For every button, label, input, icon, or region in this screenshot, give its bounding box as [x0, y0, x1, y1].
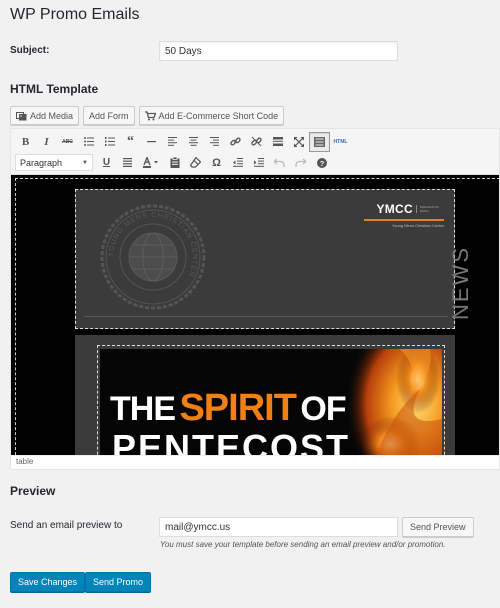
- send-preview-button[interactable]: Send Preview: [402, 517, 474, 537]
- toolbar-row-2: Paragraph ▼ U Ω ?: [15, 152, 495, 173]
- align-left-icon[interactable]: [162, 132, 183, 152]
- subject-label: Subject:: [10, 45, 50, 56]
- read-more-icon[interactable]: [267, 132, 288, 152]
- toolbar-row-1: B I ABC “ HTML: [15, 131, 495, 152]
- insert-link-icon[interactable]: [225, 132, 246, 152]
- html-template-heading: HTML Template: [10, 82, 99, 96]
- align-center-icon[interactable]: [183, 132, 204, 152]
- ymcc-brand: YMCC: [376, 202, 413, 216]
- send-promo-button[interactable]: Send Promo: [85, 572, 152, 592]
- add-form-label: Add Form: [89, 110, 129, 121]
- indent-icon[interactable]: [248, 153, 269, 173]
- toolbar-toggle-icon[interactable]: [309, 131, 330, 152]
- cart-icon: [144, 110, 156, 121]
- special-character-icon[interactable]: Ω: [206, 153, 227, 173]
- add-form-button[interactable]: Add Form: [83, 106, 135, 125]
- preview-heading: Preview: [10, 484, 56, 498]
- format-select[interactable]: Paragraph ▼: [15, 154, 93, 171]
- add-ecommerce-button[interactable]: Add E-Commerce Short Code: [138, 106, 285, 125]
- html-tab[interactable]: HTML: [330, 132, 351, 152]
- media-buttons: Add Media Add Form Add E-Commerce Short …: [10, 106, 285, 125]
- ymcc-tagline: MAKINGS OF FAITH: [416, 204, 444, 213]
- ymcc-bar: [364, 219, 444, 221]
- strikethrough-icon[interactable]: ABC: [57, 132, 78, 152]
- align-right-icon[interactable]: [204, 132, 225, 152]
- preview-note: You must save your template before sendi…: [160, 540, 446, 549]
- underline-icon[interactable]: U: [96, 153, 117, 173]
- ymcc-subtitle: Young Mens Christian Center: [391, 223, 444, 228]
- fullscreen-icon[interactable]: [288, 132, 309, 152]
- header-divider: [84, 316, 448, 317]
- editor-status-path: table: [11, 455, 499, 469]
- bullet-list-icon[interactable]: [78, 132, 99, 152]
- text-color-icon[interactable]: [138, 153, 164, 173]
- remove-link-icon[interactable]: [246, 132, 267, 152]
- save-changes-button[interactable]: Save Changes: [10, 572, 86, 592]
- chevron-down-icon: ▼: [82, 159, 88, 166]
- editor-content-area[interactable]: YOUNG MENS CHRISTIAN CENTER YMCC MAKINGS …: [11, 175, 499, 455]
- numbered-list-icon[interactable]: [99, 132, 120, 152]
- outdent-icon[interactable]: [227, 153, 248, 173]
- help-icon[interactable]: ?: [311, 153, 332, 173]
- redo-icon[interactable]: [290, 153, 311, 173]
- page-title: WP Promo Emails: [10, 6, 140, 23]
- newsletter-body: THE SPIRIT OF PENTECOST: [75, 335, 455, 455]
- blockquote-icon[interactable]: “: [120, 132, 141, 152]
- newsletter-header: YOUNG MENS CHRISTIAN CENTER YMCC MAKINGS …: [75, 189, 473, 329]
- media-icon: [16, 111, 27, 121]
- format-select-value: Paragraph: [20, 157, 63, 168]
- seal-logo: YOUNG MENS CHRISTIAN CENTER: [100, 204, 206, 310]
- bold-icon[interactable]: B: [15, 132, 36, 152]
- paste-text-icon[interactable]: [164, 153, 185, 173]
- add-ecommerce-label: Add E-Commerce Short Code: [158, 110, 279, 121]
- news-label: NEWS: [448, 246, 473, 320]
- add-media-button[interactable]: Add Media: [10, 106, 80, 125]
- preview-email-input[interactable]: [159, 517, 398, 537]
- justify-icon[interactable]: [117, 153, 138, 173]
- svg-text:?: ?: [319, 159, 324, 168]
- clear-formatting-icon[interactable]: [185, 153, 206, 173]
- add-media-label: Add Media: [30, 110, 74, 121]
- subject-input[interactable]: [159, 41, 398, 61]
- hero-image-frame: [97, 345, 445, 455]
- editor-toolbar: B I ABC “ HTML Paragraph ▼ U Ω ?: [11, 129, 499, 175]
- horizontal-line-icon[interactable]: [141, 132, 162, 152]
- undo-icon[interactable]: [269, 153, 290, 173]
- preview-email-label: Send an email preview to: [10, 520, 123, 531]
- ymcc-logo: YMCC MAKINGS OF FAITH Young Mens Christia…: [364, 200, 444, 228]
- html-template-editor: B I ABC “ HTML Paragraph ▼ U Ω ? YOUNG M…: [10, 128, 500, 470]
- italic-icon[interactable]: I: [36, 132, 57, 152]
